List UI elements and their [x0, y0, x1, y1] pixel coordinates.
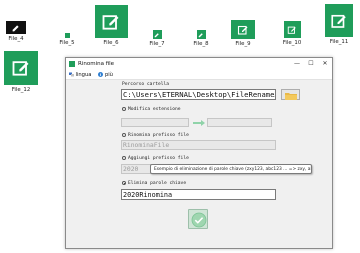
- desktop-file-9[interactable]: File_9: [228, 20, 258, 47]
- edit-square-icon: [6, 21, 26, 34]
- edit-square-icon: [94, 5, 128, 38]
- delete-keyword-input[interactable]: 2020Rinomina: [121, 189, 276, 200]
- form-panel: Percorso cartella C:\Users\ETERNAL\Deskt…: [66, 80, 332, 248]
- file-label: File_8: [193, 41, 209, 47]
- menu-language-label: lingua: [75, 71, 92, 78]
- file-label: File_7: [149, 41, 165, 47]
- rename-prefix-input[interactable]: RinominaFile: [121, 140, 276, 150]
- desktop-file-7[interactable]: File_7: [147, 30, 167, 47]
- file-label: File_9: [235, 41, 251, 47]
- window-title: Rinomina file: [78, 61, 115, 67]
- language-icon: [69, 72, 74, 77]
- add-prefix-radio[interactable]: [122, 156, 127, 161]
- modify-extension-radio[interactable]: [122, 107, 127, 112]
- edit-square-icon: [196, 30, 206, 39]
- desktop-file-8[interactable]: File_8: [191, 30, 211, 47]
- file-label: File_10: [282, 40, 302, 46]
- folder-path-input[interactable]: C:\Users\ETERNAL\Desktop\FileRenameAssis: [121, 89, 276, 100]
- desktop-file-10[interactable]: File_10: [280, 21, 304, 46]
- desktop-file-12[interactable]: File_12: [3, 51, 39, 93]
- menu-more[interactable]: più: [98, 72, 113, 78]
- file-label: File_12: [11, 87, 31, 93]
- folder-browse-button[interactable]: [281, 89, 300, 100]
- close-button[interactable]: ✕: [318, 58, 332, 70]
- app-icon: [69, 61, 75, 67]
- rename-prefix-label: Rinomina prefisso file: [128, 132, 189, 138]
- add-prefix-label: Aggiungi prefisso file: [128, 155, 189, 161]
- minimize-button[interactable]: —: [290, 58, 304, 70]
- maximize-button[interactable]: ☐: [304, 58, 318, 70]
- file-label: File_4: [8, 36, 24, 42]
- delete-keyword-radio[interactable]: [122, 181, 127, 186]
- desktop-file-5[interactable]: File_5: [57, 33, 77, 46]
- menu-more-label: più: [104, 71, 113, 78]
- folder-path-label: Percorso cartella: [122, 82, 170, 87]
- keyword-tooltip: Esempio di eliminazione di parole chiave…: [150, 164, 312, 174]
- desktop-file-11[interactable]: File_11: [322, 4, 356, 45]
- desktop-file-4[interactable]: File_4: [4, 21, 28, 42]
- edit-square-icon: [152, 30, 162, 39]
- arrow-right-icon: [193, 119, 205, 126]
- file-label: File_11: [329, 39, 349, 45]
- file-label: File_5: [59, 40, 75, 46]
- info-icon: [98, 72, 104, 77]
- extension-to-input[interactable]: [207, 118, 272, 127]
- edit-square-icon: [64, 33, 70, 38]
- edit-square-icon: [325, 4, 353, 37]
- file-label: File_6: [103, 40, 119, 46]
- rename-file-window: Rinomina file — ☐ ✕ lingua più Percorso …: [65, 57, 333, 249]
- menu-bar: lingua più: [66, 70, 332, 80]
- rename-prefix-radio[interactable]: [122, 133, 127, 138]
- folder-icon: [285, 92, 297, 100]
- edit-square-icon: [4, 51, 38, 85]
- window-titlebar: Rinomina file — ☐ ✕: [66, 58, 332, 70]
- checkmark-icon: [191, 212, 206, 227]
- desktop-file-6[interactable]: File_6: [92, 5, 130, 46]
- extension-from-input[interactable]: [121, 118, 189, 127]
- menu-language[interactable]: lingua: [69, 72, 91, 78]
- delete-keyword-label: Elimina parole chiave: [128, 180, 187, 186]
- edit-square-icon: [231, 20, 255, 39]
- edit-square-icon: [283, 21, 301, 38]
- confirm-button[interactable]: [188, 209, 208, 229]
- modify-extension-label: Modifica estensione: [128, 106, 181, 112]
